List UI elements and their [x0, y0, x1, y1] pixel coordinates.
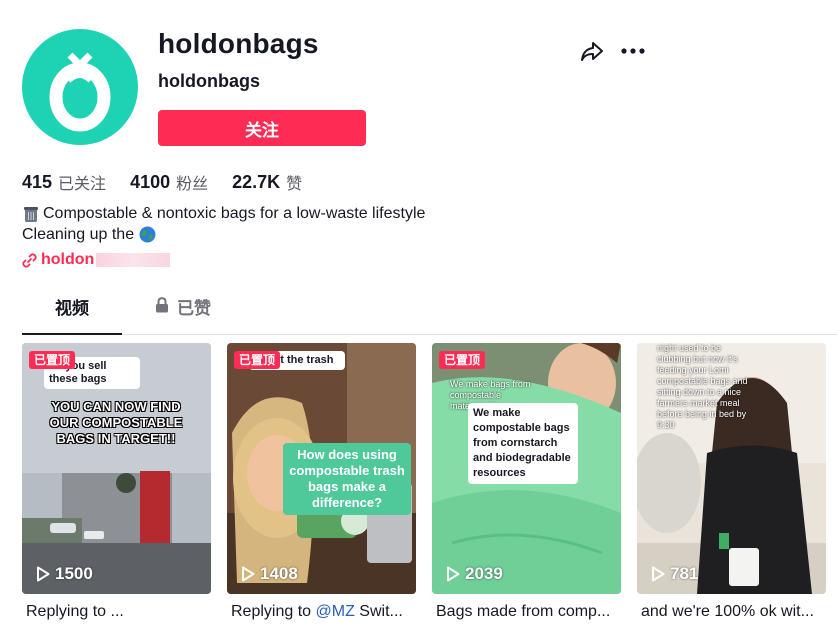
play-count-value: 2039 [465, 564, 503, 583]
tab-liked[interactable]: 已赞 [155, 294, 211, 334]
video-overlay-text: YOU CAN NOW FIND OUR COMPOSTABLE BAGS IN… [49, 399, 183, 446]
play-icon [37, 566, 50, 582]
video-card[interactable]: about the trash How does using compostab… [227, 343, 416, 594]
play-count: 1500 [36, 564, 93, 584]
redacted-link-blur [96, 253, 171, 267]
profile-tabs: 视频 已赞 [22, 294, 837, 335]
video-card[interactable]: night used to be clubbing but now it's f… [637, 343, 826, 594]
following-stat[interactable]: 415 已关注 [22, 170, 106, 194]
likes-stat: 22.7K 赞 [232, 170, 302, 194]
share-icon[interactable] [579, 38, 605, 64]
tab-videos-label: 视频 [55, 299, 89, 318]
video-caption[interactable]: and we're 100% ok wit... [641, 603, 830, 621]
wastebasket-icon [24, 206, 38, 222]
followers-count: 4100 [130, 171, 171, 192]
video-overlay-text: We make compostable bags from cornstarch… [468, 403, 578, 484]
following-label: 已关注 [58, 176, 107, 193]
video-caption[interactable]: Replying to @MZ Swit... [231, 603, 420, 621]
globe-icon [139, 226, 156, 243]
profile-bio: Compostable & nontoxic bags for a low-wa… [22, 203, 425, 245]
likes-label: 赞 [286, 176, 303, 193]
follow-button[interactable]: 关注 [158, 110, 366, 146]
profile-link[interactable]: holdon [22, 251, 171, 269]
pinned-badge: 已置顶 [29, 351, 76, 369]
caption-suffix: Swit... [354, 603, 403, 620]
tab-videos[interactable]: 视频 [22, 294, 122, 335]
avatar[interactable] [22, 29, 138, 145]
following-count: 415 [22, 171, 53, 192]
tab-active-underline [22, 333, 122, 335]
profile-nickname: holdonbags [158, 71, 260, 91]
video-card[interactable]: do you sell these bags YOU CAN NOW FIND … [22, 343, 211, 594]
link-icon [22, 252, 37, 268]
video-overlay-text: night used to be clubbing but now it's f… [657, 343, 748, 430]
play-count-value: 1408 [260, 564, 298, 583]
bio-line-2: Cleaning up the [22, 226, 135, 243]
video-overlay-text: How does using compostable trash bags ma… [283, 443, 411, 515]
pinned-badge: 已置顶 [439, 351, 486, 369]
more-options-icon[interactable] [620, 40, 646, 62]
caption-prefix: Replying to [231, 603, 316, 620]
profile-stats: 415 已关注 4100 粉丝 22.7K 赞 [22, 170, 326, 194]
play-count: 1408 [241, 564, 298, 584]
play-icon [652, 566, 665, 582]
video-card[interactable]: We make bags from compostable materials … [432, 343, 621, 594]
followers-label: 粉丝 [176, 176, 209, 193]
play-icon [242, 566, 255, 582]
profile-username: holdonbags [158, 28, 319, 59]
play-icon [447, 566, 460, 582]
pinned-badge: 已置顶 [234, 351, 281, 369]
play-count: 2039 [446, 564, 503, 584]
caption-mention[interactable]: @MZ [316, 603, 355, 620]
play-count-value: 781 [670, 564, 699, 583]
likes-count: 22.7K [232, 171, 281, 192]
followers-stat[interactable]: 4100 粉丝 [130, 170, 208, 194]
bio-line-1: Compostable & nontoxic bags for a low-wa… [43, 205, 426, 222]
holdonbags-logo-icon [49, 52, 111, 132]
video-caption[interactable]: Bags made from comp... [436, 603, 625, 621]
play-count-value: 1500 [55, 564, 93, 583]
play-count: 781 [651, 564, 698, 584]
profile-link-text: holdon [41, 251, 95, 268]
video-caption[interactable]: Replying to ... [26, 603, 215, 621]
lock-icon [156, 297, 168, 313]
tab-liked-label: 已赞 [177, 299, 211, 318]
